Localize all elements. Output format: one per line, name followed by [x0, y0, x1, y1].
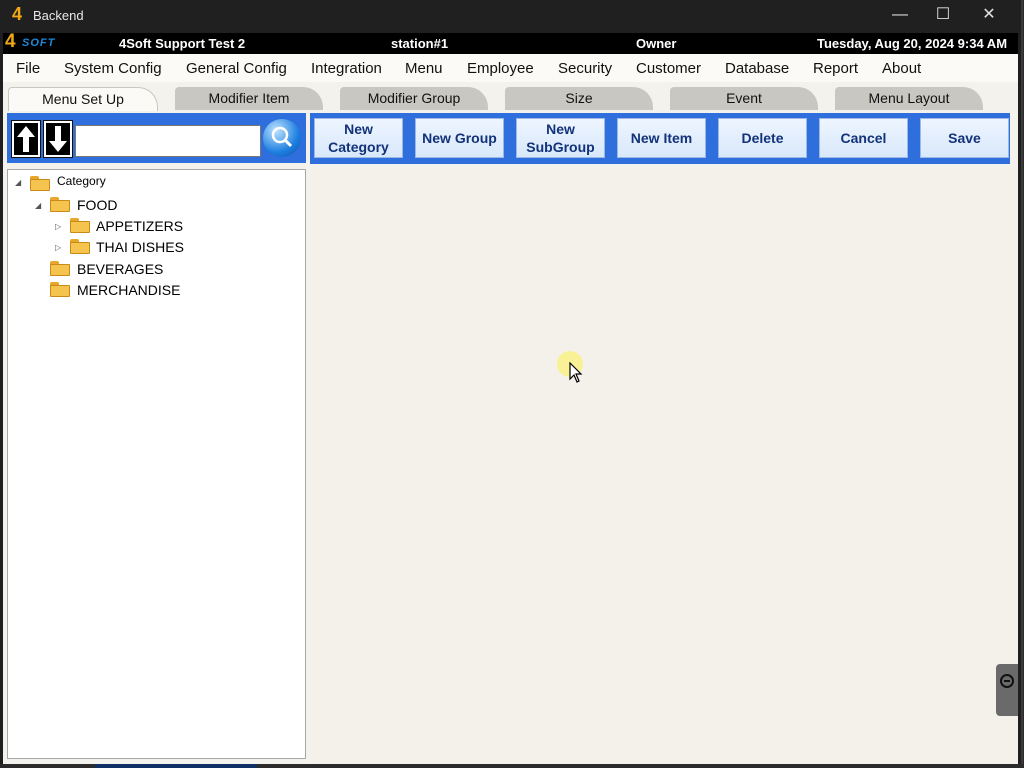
tree-node-label: THAI DISHES — [96, 239, 184, 255]
menu-bar: File System Config General Config Integr… — [3, 54, 1018, 82]
folder-icon — [70, 239, 90, 254]
tab-modifier-group[interactable]: Modifier Group — [340, 87, 488, 110]
new-category-button[interactable]: New Category — [314, 118, 403, 158]
tree-node-label: BEVERAGES — [77, 261, 164, 277]
delete-button[interactable]: Delete — [718, 118, 807, 158]
menu-system-config[interactable]: System Config — [64, 60, 162, 77]
expander-icon[interactable]: ▷ — [55, 222, 61, 231]
search-input[interactable] — [75, 125, 261, 157]
action-toolbar: New Category New Group New SubGroup New It… — [310, 113, 1010, 164]
tab-event[interactable]: Event — [670, 87, 818, 110]
mouse-cursor-icon — [569, 362, 583, 383]
arrow-up-icon — [14, 123, 38, 155]
side-panel-toggle[interactable] — [996, 664, 1018, 716]
tab-menu-layout[interactable]: Menu Layout — [835, 87, 983, 110]
datetime: Tuesday, Aug 20, 2024 9:34 AM — [817, 36, 1008, 51]
tab-modifier-item[interactable]: Modifier Item — [175, 87, 323, 110]
category-tree[interactable]: ◢ Category ◢ FOOD ▷ APPETIZERS ▷ THAI DI… — [7, 169, 306, 759]
save-button[interactable]: Save — [920, 118, 1009, 158]
user-role: Owner — [636, 36, 677, 51]
button-label-line2: Category — [328, 139, 389, 155]
window-titlebar: 4 Backend — ☐ ✕ — [0, 0, 1021, 31]
search-panel — [7, 113, 306, 163]
menu-menu[interactable]: Menu — [405, 60, 443, 77]
arrow-down-icon — [46, 123, 70, 155]
editor-area[interactable] — [311, 167, 1018, 764]
menu-security[interactable]: Security — [558, 60, 612, 77]
brand-four: 4 — [5, 31, 16, 52]
tree-node-label: APPETIZERS — [96, 218, 184, 234]
expander-icon[interactable]: ◢ — [35, 201, 41, 210]
folder-icon — [30, 176, 50, 191]
tab-menu-set-up[interactable]: Menu Set Up — [8, 87, 158, 111]
window-title: Backend — [33, 8, 84, 23]
brand-soft: SOFT — [22, 37, 56, 49]
button-label-line1: New — [546, 121, 575, 137]
button-label-line1: New — [344, 121, 373, 137]
button-label-line2: SubGroup — [526, 139, 595, 155]
magnifier-icon — [271, 126, 293, 148]
tree-node-label: FOOD — [77, 197, 118, 213]
minimize-button[interactable]: — — [880, 4, 920, 26]
tab-size[interactable]: Size — [505, 87, 653, 110]
company-name: 4Soft Support Test 2 — [119, 36, 246, 51]
menu-about[interactable]: About — [882, 60, 921, 77]
collapse-icon — [1000, 674, 1014, 688]
menu-report[interactable]: Report — [813, 60, 858, 77]
status-bar: 4 SOFT 4Soft Support Test 2 station#1 Ow… — [3, 31, 1018, 54]
search-button[interactable] — [263, 119, 301, 157]
close-button[interactable]: ✕ — [969, 4, 1009, 26]
folder-icon — [50, 282, 70, 297]
new-item-button[interactable]: New Item — [617, 118, 706, 158]
menu-database[interactable]: Database — [725, 60, 789, 77]
menu-integration[interactable]: Integration — [311, 60, 382, 77]
taskbar-fragment — [95, 764, 257, 768]
folder-icon — [70, 218, 90, 233]
expander-icon[interactable]: ◢ — [15, 178, 21, 187]
move-down-button[interactable] — [43, 120, 73, 158]
station-name: station#1 — [391, 36, 449, 51]
new-subgroup-button[interactable]: New SubGroup — [516, 118, 605, 158]
tab-strip: Menu Set Up Modifier Item Modifier Group… — [3, 84, 1018, 111]
menu-customer[interactable]: Customer — [636, 60, 701, 77]
move-up-button[interactable] — [11, 120, 41, 158]
app-window: 4 Backend — ☐ ✕ 4 SOFT 4Soft Support Tes… — [0, 0, 1023, 764]
expander-icon[interactable]: ▷ — [55, 243, 61, 252]
new-group-button[interactable]: New Group — [415, 118, 504, 158]
cancel-button[interactable]: Cancel — [819, 118, 908, 158]
menu-employee[interactable]: Employee — [467, 60, 534, 77]
tree-node-label: MERCHANDISE — [77, 282, 181, 298]
folder-icon — [50, 197, 70, 212]
app-body: File System Config General Config Integr… — [3, 54, 1018, 764]
menu-file[interactable]: File — [16, 60, 40, 77]
app-logo-icon: 4 — [12, 4, 23, 24]
tree-node-label: Category — [57, 174, 106, 188]
maximize-button[interactable]: ☐ — [923, 4, 963, 26]
menu-general-config[interactable]: General Config — [186, 60, 287, 77]
folder-icon — [50, 261, 70, 276]
